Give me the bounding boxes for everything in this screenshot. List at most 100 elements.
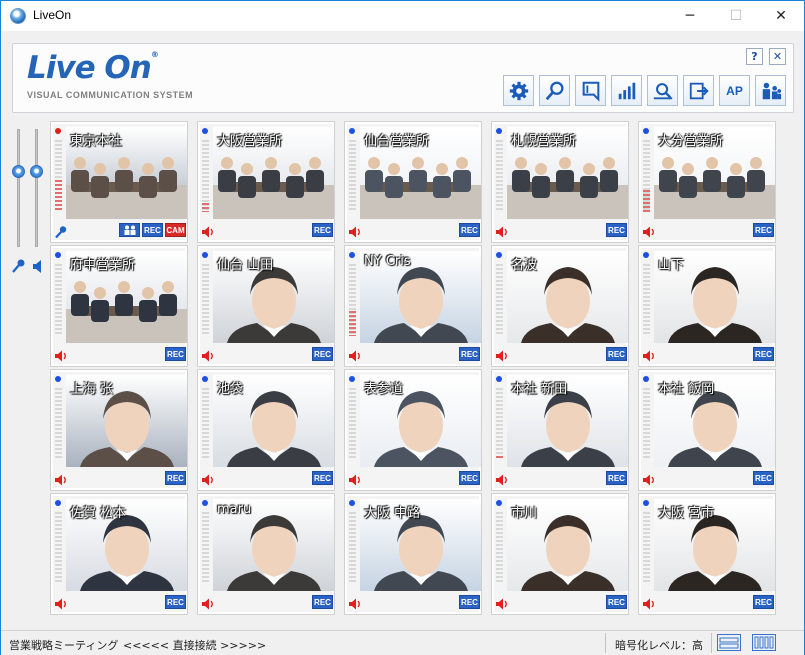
- participant-tile[interactable]: 大分営業所 REC: [638, 121, 776, 243]
- rec-badge[interactable]: REC: [753, 347, 774, 361]
- speaker-icon[interactable]: [495, 598, 509, 610]
- mic-volume-knob[interactable]: [12, 165, 25, 178]
- participant-tile[interactable]: 札幌営業所 REC: [491, 121, 629, 243]
- participant-tile[interactable]: 仙台 山田 REC: [197, 245, 335, 367]
- participant-tile[interactable]: 表参道 REC: [344, 369, 482, 491]
- video-feed[interactable]: 佐賀 松本: [66, 499, 187, 591]
- participant-tile[interactable]: 名波 REC: [491, 245, 629, 367]
- mic-icon[interactable]: [12, 259, 26, 273]
- help-button[interactable]: ?: [746, 48, 763, 65]
- video-feed[interactable]: 本社 新田: [507, 375, 628, 467]
- participant-tile[interactable]: 大阪 中路 REC: [344, 493, 482, 615]
- rec-badge[interactable]: REC: [459, 347, 480, 361]
- video-feed[interactable]: 山下: [654, 251, 775, 343]
- rec-badge[interactable]: REC: [606, 223, 627, 237]
- zoom-list-button[interactable]: [647, 75, 678, 106]
- share-button[interactable]: [683, 75, 714, 106]
- settings-button[interactable]: [503, 75, 534, 106]
- video-feed[interactable]: 市川: [507, 499, 628, 591]
- speaker-icon[interactable]: [54, 598, 68, 610]
- bookmark-button[interactable]: [575, 75, 606, 106]
- speaker-icon[interactable]: [348, 226, 362, 238]
- rec-badge[interactable]: REC: [312, 223, 333, 237]
- participant-tile[interactable]: 本社 新田 REC: [491, 369, 629, 491]
- rec-badge[interactable]: REC: [606, 595, 627, 609]
- mic-icon[interactable]: [54, 226, 68, 238]
- speaker-icon[interactable]: [348, 474, 362, 486]
- video-feed[interactable]: 大阪営業所: [213, 127, 334, 219]
- cam-badge[interactable]: CAM: [165, 223, 186, 237]
- rec-badge[interactable]: REC: [753, 223, 774, 237]
- video-feed[interactable]: NY Cris: [360, 251, 481, 343]
- participant-tile[interactable]: 市川 REC: [491, 493, 629, 615]
- participant-tile[interactable]: NY Cris REC: [344, 245, 482, 367]
- speaker-volume-knob[interactable]: [30, 165, 43, 178]
- speaker-icon[interactable]: [31, 260, 45, 273]
- rec-badge[interactable]: REC: [142, 223, 163, 237]
- speaker-icon[interactable]: [642, 474, 656, 486]
- rec-badge[interactable]: REC: [753, 595, 774, 609]
- video-feed[interactable]: 仙台営業所: [360, 127, 481, 219]
- video-feed[interactable]: 表参道: [360, 375, 481, 467]
- speaker-icon[interactable]: [495, 474, 509, 486]
- minimize-button[interactable]: ─: [667, 1, 713, 31]
- speaker-icon[interactable]: [54, 474, 68, 486]
- users-button[interactable]: [755, 75, 786, 106]
- speaker-icon[interactable]: [348, 598, 362, 610]
- rec-badge[interactable]: REC: [312, 595, 333, 609]
- participant-tile[interactable]: 大阪営業所 REC: [197, 121, 335, 243]
- video-feed[interactable]: 名波: [507, 251, 628, 343]
- participant-tile[interactable]: maru REC: [197, 493, 335, 615]
- speaker-icon[interactable]: [201, 598, 215, 610]
- close-panel-button[interactable]: ✕: [769, 48, 786, 65]
- video-feed[interactable]: 府中営業所: [66, 251, 187, 343]
- speaker-icon[interactable]: [642, 350, 656, 362]
- participant-tile[interactable]: 山下 REC: [638, 245, 776, 367]
- participant-tile[interactable]: 本社 飯岡 REC: [638, 369, 776, 491]
- video-feed[interactable]: 本社 飯岡: [654, 375, 775, 467]
- rec-badge[interactable]: REC: [312, 347, 333, 361]
- video-feed[interactable]: 大阪 宮市: [654, 499, 775, 591]
- search-button[interactable]: [539, 75, 570, 106]
- video-feed[interactable]: 札幌営業所: [507, 127, 628, 219]
- participant-tile[interactable]: 東京本社 CAM REC: [50, 121, 188, 243]
- maximize-button[interactable]: ☐: [713, 1, 759, 31]
- rec-badge[interactable]: REC: [606, 471, 627, 485]
- video-feed[interactable]: 池袋: [213, 375, 334, 467]
- rec-badge[interactable]: REC: [165, 471, 186, 485]
- participant-tile[interactable]: 池袋 REC: [197, 369, 335, 491]
- video-feed[interactable]: 上海 张: [66, 375, 187, 467]
- rec-badge[interactable]: REC: [312, 471, 333, 485]
- mic-volume-track[interactable]: [17, 129, 20, 247]
- users-badge[interactable]: [119, 223, 140, 237]
- speaker-icon[interactable]: [495, 350, 509, 362]
- close-window-button[interactable]: ✕: [758, 1, 804, 31]
- rec-badge[interactable]: REC: [459, 595, 480, 609]
- speaker-icon[interactable]: [642, 598, 656, 610]
- level-button[interactable]: [611, 75, 642, 106]
- speaker-icon[interactable]: [642, 226, 656, 238]
- speaker-icon[interactable]: [201, 226, 215, 238]
- video-feed[interactable]: maru: [213, 499, 334, 591]
- rec-badge[interactable]: REC: [459, 223, 480, 237]
- speaker-icon[interactable]: [54, 350, 68, 362]
- speaker-icon[interactable]: [201, 350, 215, 362]
- speaker-icon[interactable]: [495, 226, 509, 238]
- rec-badge[interactable]: REC: [165, 595, 186, 609]
- participant-tile[interactable]: 府中営業所 REC: [50, 245, 188, 367]
- video-feed[interactable]: 大阪 中路: [360, 499, 481, 591]
- video-feed[interactable]: 仙台 山田: [213, 251, 334, 343]
- layout-grid-button[interactable]: [752, 634, 776, 651]
- speaker-icon[interactable]: [201, 474, 215, 486]
- rec-badge[interactable]: REC: [459, 471, 480, 485]
- speaker-volume-track[interactable]: [35, 129, 38, 247]
- layout-list-button[interactable]: [717, 634, 741, 651]
- participant-tile[interactable]: 大阪 宮市 REC: [638, 493, 776, 615]
- speaker-icon[interactable]: [348, 350, 362, 362]
- rec-badge[interactable]: REC: [606, 347, 627, 361]
- video-feed[interactable]: 東京本社: [66, 127, 187, 219]
- participant-tile[interactable]: 佐賀 松本 REC: [50, 493, 188, 615]
- participant-tile[interactable]: 上海 张 REC: [50, 369, 188, 491]
- rec-badge[interactable]: REC: [165, 347, 186, 361]
- ap-button[interactable]: AP: [719, 75, 750, 106]
